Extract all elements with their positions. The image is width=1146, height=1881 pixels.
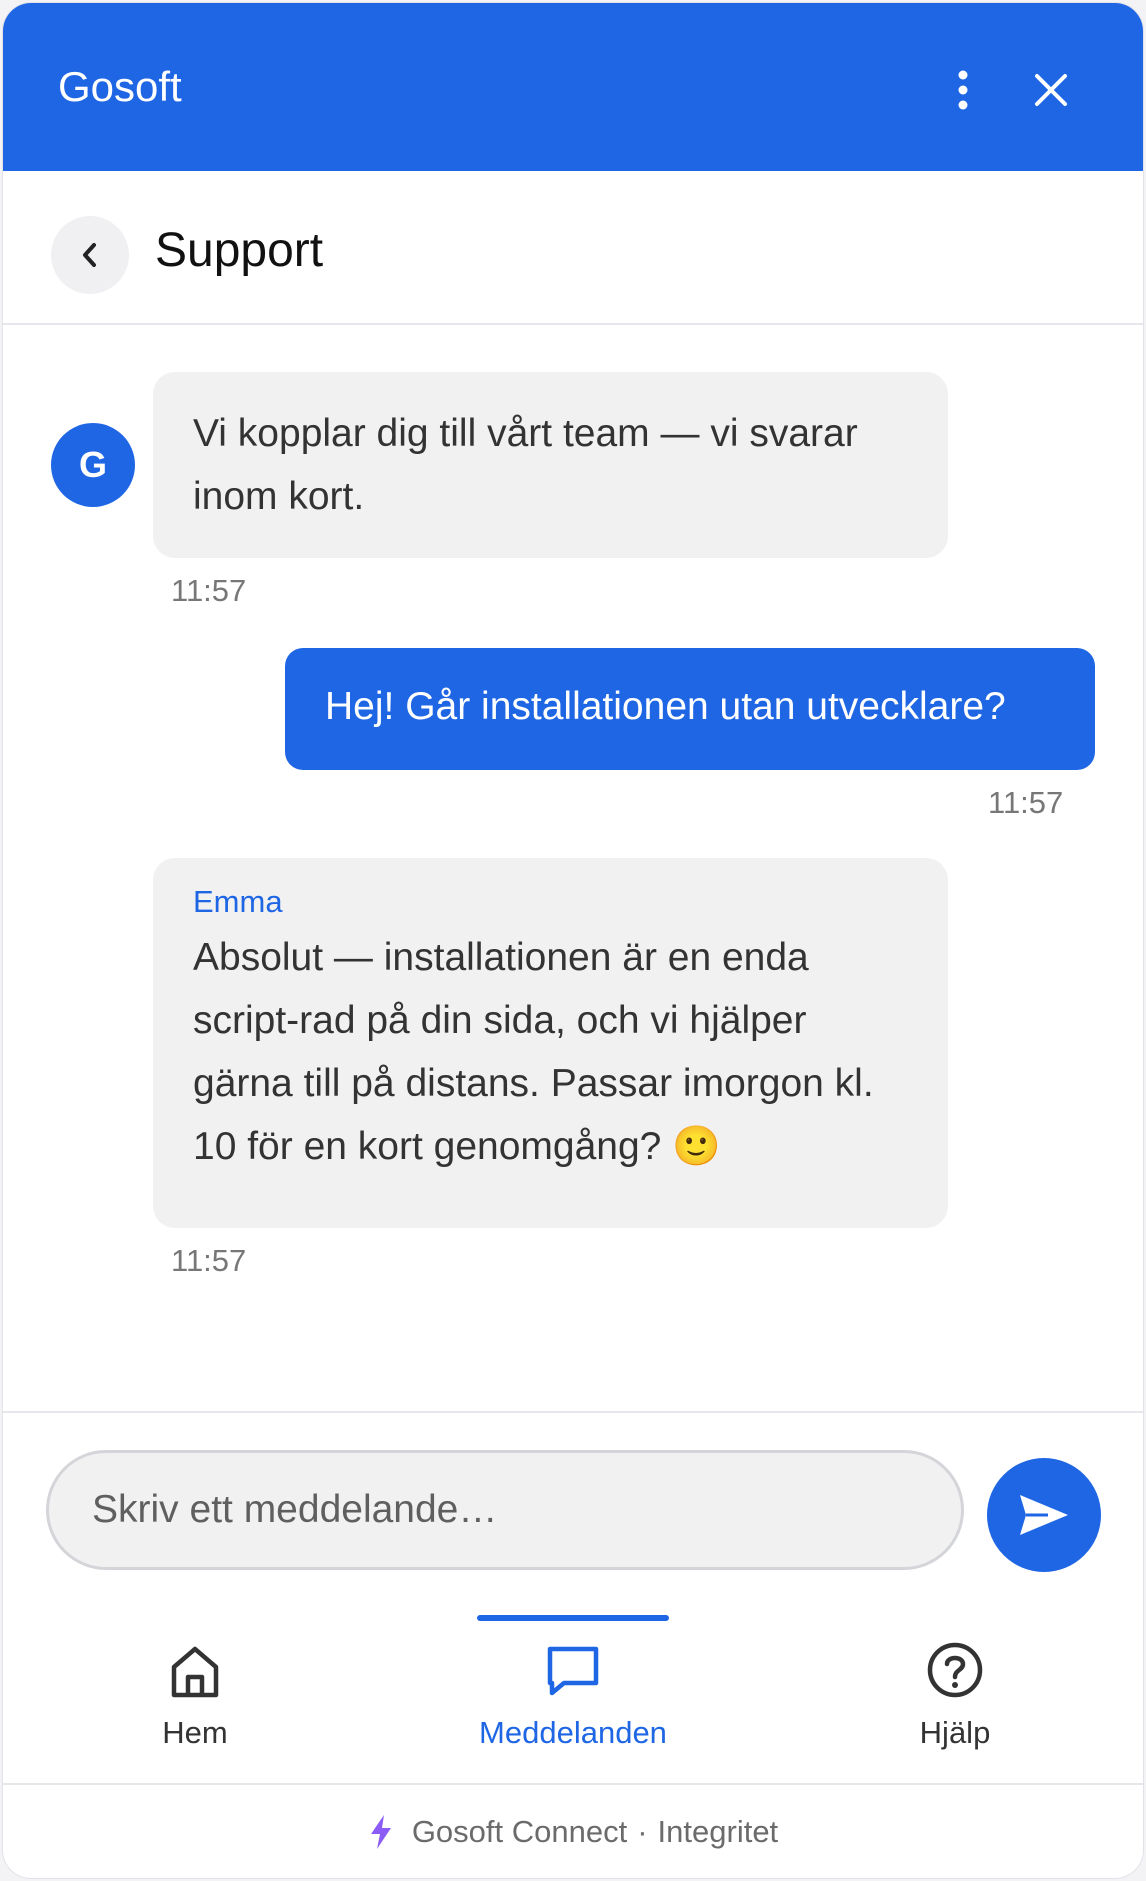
home-icon <box>171 1646 219 1698</box>
incoming-message: Emma Absolut — installationen är en enda… <box>153 858 948 1228</box>
chevron-left-icon <box>83 243 96 267</box>
nav-label-home: Hem <box>162 1715 228 1750</box>
active-tab-indicator <box>477 1615 669 1621</box>
avatar-letter: G <box>78 444 107 485</box>
send-icon <box>1020 1495 1068 1535</box>
message-sender: Emma <box>193 884 283 919</box>
message-time: 11:57 <box>171 1243 247 1278</box>
more-vertical-icon <box>958 70 968 110</box>
nav-item-home[interactable]: Hem <box>75 1637 315 1757</box>
message-input[interactable] <box>46 1450 964 1570</box>
widget-header: Gosoft <box>3 3 1143 171</box>
help-icon <box>927 1642 983 1698</box>
message-time: 11:57 <box>171 573 247 608</box>
message-text: Hej! Går installationen utan utvecklare? <box>325 685 1006 728</box>
nav-item-messages[interactable]: Meddelanden <box>453 1637 693 1757</box>
powered-by-footer: Gosoft Connect · Integritet <box>3 1785 1143 1878</box>
send-button[interactable] <box>987 1458 1101 1572</box>
more-options-button[interactable] <box>933 61 993 119</box>
nav-label-messages: Meddelanden <box>479 1715 667 1750</box>
conversation-header: Support <box>3 171 1143 325</box>
incoming-message: Vi kopplar dig till vårt team — vi svara… <box>153 372 948 558</box>
nav-item-help[interactable]: Hjälp <box>835 1637 1075 1757</box>
footer-brand-link[interactable]: Gosoft Connect <box>412 1814 627 1850</box>
bolt-icon <box>368 1814 394 1850</box>
close-icon <box>1035 74 1067 106</box>
message-text: Vi kopplar dig till vårt team — vi svara… <box>193 412 858 518</box>
composer-divider <box>3 1411 1143 1413</box>
message-time: 11:57 <box>988 785 1064 820</box>
widget-title: Gosoft <box>58 63 182 110</box>
footer-privacy-link[interactable]: Integritet <box>658 1814 779 1850</box>
back-button[interactable] <box>51 216 129 294</box>
bottom-nav: Hem Meddelanden Hjälp <box>3 1603 1143 1785</box>
chat-widget: Gosoft Support G Vi kopplar dig till vår… <box>3 3 1143 1878</box>
message-text: Absolut — installationen är en enda scri… <box>193 936 874 1168</box>
close-button[interactable] <box>1021 61 1081 119</box>
footer-separator: · <box>637 1813 648 1849</box>
nav-label-help: Hjälp <box>919 1715 991 1750</box>
outgoing-message: Hej! Går installationen utan utvecklare? <box>285 648 1095 770</box>
agent-avatar: G <box>51 423 135 507</box>
conversation-title: Support <box>155 224 324 277</box>
message-icon <box>547 1646 599 1696</box>
